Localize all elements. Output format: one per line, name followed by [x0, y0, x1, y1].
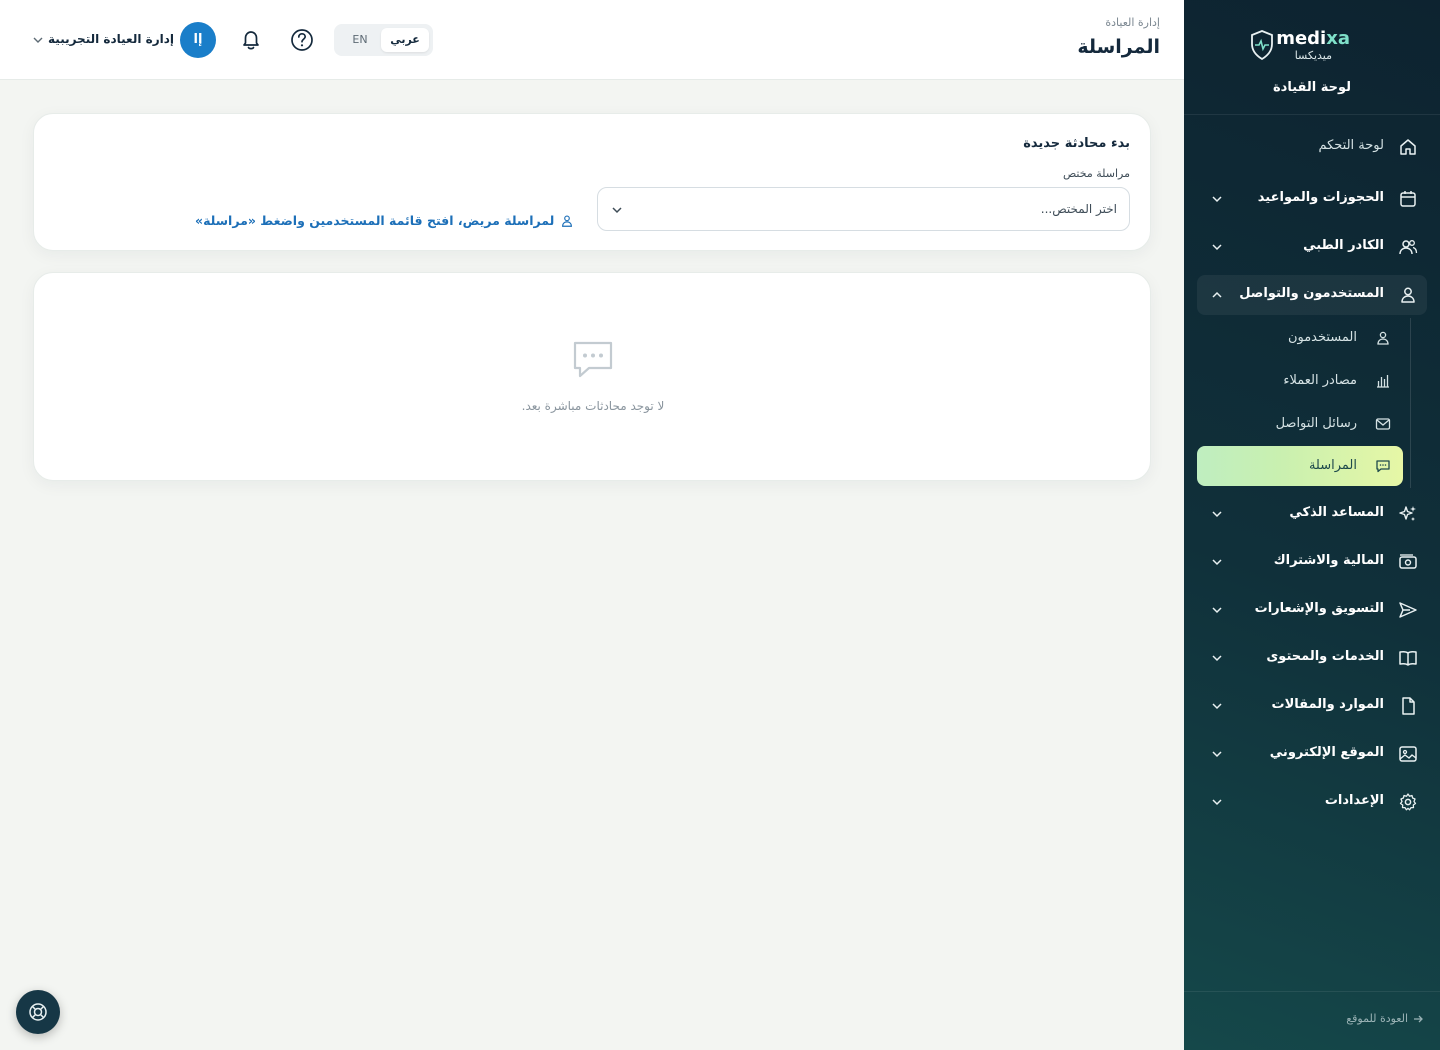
new-conversation-card: بدء محادثة جديدة مراسلة مختص اختر المختص… [33, 113, 1151, 251]
image-icon [1399, 746, 1417, 762]
chevron-down-icon [1212, 607, 1222, 614]
specialist-select[interactable]: اختر المختص... [597, 187, 1130, 231]
mail-icon [1375, 418, 1391, 430]
sidebar-item-label: المالية والاشتراك [1273, 553, 1384, 568]
chevron-down-icon [1212, 244, 1222, 251]
chevron-down-icon [33, 37, 43, 43]
lang-option-english[interactable]: EN [336, 28, 384, 52]
sidebar-item-label: الحجوزات والمواعيد [1257, 190, 1384, 205]
sidebar-subitem-messaging[interactable]: المراسلة [1197, 446, 1403, 486]
sidebar-item-users-communication[interactable]: المستخدمون والتواصل [1197, 275, 1427, 315]
chevron-down-icon [1212, 196, 1222, 203]
language-toggle: عربي EN [334, 24, 433, 56]
sidebar-item-website[interactable]: الموقع الإلكتروني [1197, 734, 1427, 774]
sparkles-icon [1399, 506, 1416, 521]
sidebar-subitem-label: المراسلة [1308, 458, 1357, 473]
chat-icon [1376, 460, 1390, 473]
sidebar-divider [1184, 991, 1440, 992]
sidebar-divider [1184, 114, 1440, 115]
empty-state-text: لا توجد محادثات مباشرة بعد. [521, 399, 665, 413]
file-icon [1402, 697, 1415, 715]
sidebar-item-label: الموارد والمقالات [1271, 697, 1384, 712]
sidebar-item-label: التسويق والإشعارات [1254, 601, 1384, 616]
bell-icon[interactable] [237, 26, 265, 54]
bar-chart-icon [1377, 375, 1389, 388]
sidebar-item-services[interactable]: الخدمات والمحتوى [1197, 638, 1427, 678]
sidebar-subitem-client-sources[interactable]: مصادر العملاء [1197, 361, 1403, 401]
sidebar-item-resources[interactable]: الموارد والمقالات [1197, 686, 1427, 726]
book-icon [1399, 650, 1417, 666]
message-patient-hint-text: لمراسلة مريض، افتح قائمة المستخدمين واضغ… [195, 213, 555, 228]
specialist-select-value: اختر المختص... [1040, 202, 1117, 216]
sidebar-item-medical-staff[interactable]: الكادر الطبي [1197, 227, 1427, 267]
back-to-site-link[interactable]: العودة للموقع [1346, 1012, 1424, 1025]
chevron-down-icon [1212, 703, 1222, 710]
sidebar-subitem-label: المستخدمون [1287, 330, 1357, 345]
sidebar-item-label: الخدمات والمحتوى [1266, 649, 1384, 664]
user-menu[interactable]: إا إدارة العيادة التجريبية [30, 22, 216, 58]
sidebar-item-settings[interactable]: الإعدادات [1197, 782, 1427, 822]
chevron-down-icon [1212, 655, 1222, 662]
lang-option-arabic[interactable]: عربي [381, 28, 429, 52]
top-header: إدارة العيادة المراسلة عربي EN إا إدارة … [0, 0, 1184, 80]
sidebar-item-ai-assistant[interactable]: المساعد الذكي [1197, 494, 1427, 534]
chevron-down-icon [1212, 511, 1222, 518]
home-icon [1400, 139, 1416, 155]
sidebar-item-label: لوحة التحكم [1318, 138, 1384, 153]
dashboard-title: لوحة القيادة [1272, 80, 1352, 95]
send-icon [1399, 602, 1417, 618]
users-icon [1399, 240, 1418, 255]
sidebar-item-dashboard[interactable]: لوحة التحكم [1197, 127, 1427, 167]
sidebar-subitem-contact-messages[interactable]: رسائل التواصل [1197, 404, 1403, 444]
chevron-down-icon [612, 207, 622, 214]
money-icon [1399, 554, 1417, 569]
gear-icon [1399, 793, 1417, 811]
sidebar-item-label: الموقع الإلكتروني [1269, 745, 1384, 760]
sidebar-item-label: الكادر الطبي [1303, 238, 1384, 253]
sidebar-item-bookings[interactable]: الحجوزات والمواعيد [1197, 179, 1427, 219]
brand-name-en: medixa [1276, 28, 1350, 49]
conversations-card: لا توجد محادثات مباشرة بعد. [33, 272, 1151, 481]
specialist-select-label: مراسلة مختص [1062, 167, 1130, 180]
back-to-site-label: العودة للموقع [1346, 1012, 1408, 1025]
sidebar-item-label: المستخدمون والتواصل [1239, 286, 1384, 301]
calendar-icon [1400, 191, 1416, 207]
floating-help-button[interactable] [16, 990, 60, 1034]
new-conversation-title: بدء محادثة جديدة [1023, 136, 1130, 151]
submenu-line [1410, 318, 1411, 488]
sidebar-item-label: المساعد الذكي [1289, 505, 1384, 520]
sidebar-subitem-users[interactable]: المستخدمون [1197, 318, 1403, 358]
sidebar-item-finance[interactable]: المالية والاشتراك [1197, 542, 1427, 582]
sidebar-subitem-label: رسائل التواصل [1275, 416, 1357, 431]
brand-name-ar: ميديكسا [1294, 49, 1332, 62]
chevron-down-icon [1212, 559, 1222, 566]
sidebar-item-marketing[interactable]: التسويق والإشعارات [1197, 590, 1427, 630]
chat-bubble-icon [573, 341, 613, 378]
brand-logo[interactable]: medixa ميديكسا [1184, 28, 1440, 68]
page-title: المراسلة [1077, 36, 1160, 58]
chevron-down-icon [1212, 799, 1222, 806]
sidebar-subitem-label: مصادر العملاء [1283, 373, 1357, 388]
sidebar-item-label: الإعدادات [1324, 793, 1384, 808]
breadcrumb[interactable]: إدارة العيادة [1105, 16, 1160, 29]
user-icon [1377, 331, 1389, 345]
user-icon [1401, 287, 1415, 303]
user-name: إدارة العيادة التجريبية [48, 32, 174, 46]
arrow-right-icon [1414, 1015, 1423, 1022]
shield-heartbeat-icon [1251, 30, 1273, 60]
user-icon [562, 215, 573, 227]
sidebar: medixa ميديكسا لوحة القيادة لوحة التحكم … [1184, 0, 1440, 1050]
help-icon[interactable] [288, 26, 316, 54]
lifebuoy-icon [29, 1003, 47, 1021]
avatar: إا [180, 22, 216, 58]
chevron-down-icon [1212, 751, 1222, 758]
message-patient-hint[interactable]: لمراسلة مريض، افتح قائمة المستخدمين واضغ… [195, 213, 574, 228]
chevron-up-icon [1212, 291, 1222, 298]
